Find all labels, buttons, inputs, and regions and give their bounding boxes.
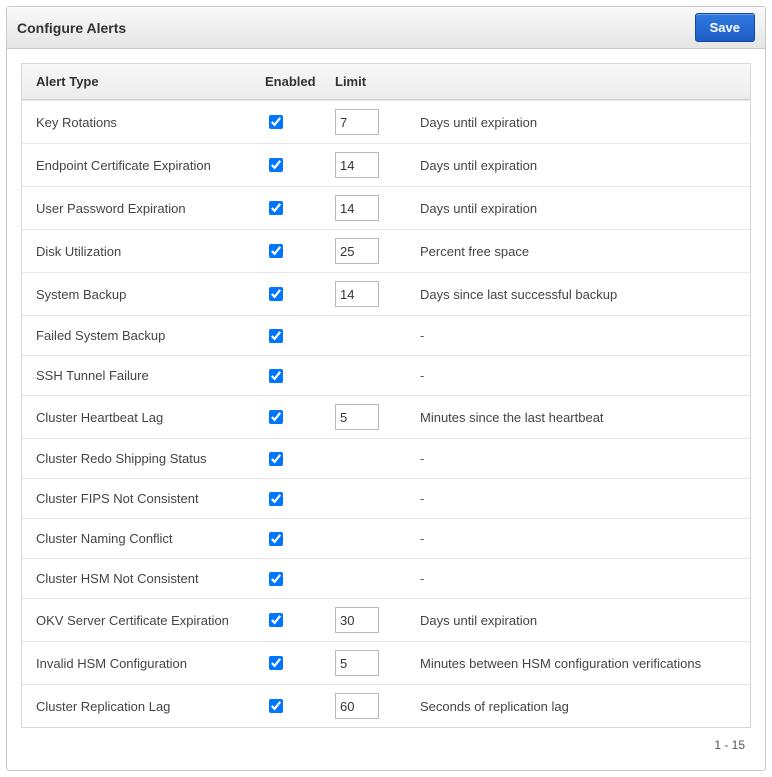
limit-description: Days until expiration: [412, 100, 750, 143]
alert-type-label: Failed System Backup: [22, 315, 257, 355]
col-limit: Limit: [327, 64, 412, 100]
enabled-checkbox[interactable]: [269, 201, 283, 215]
alert-type-label: Cluster Replication Lag: [22, 684, 257, 727]
page-title: Configure Alerts: [17, 20, 126, 36]
table-row: Cluster Redo Shipping Status -: [22, 438, 750, 478]
enabled-checkbox[interactable]: [269, 369, 283, 383]
panel-body: Alert Type Enabled Limit Key Rotations Da…: [7, 49, 765, 770]
table-row: User Password Expiration Days until expir…: [22, 186, 750, 229]
table-row: System Backup Days since last successful …: [22, 272, 750, 315]
limit-description-empty: -: [412, 558, 750, 598]
save-button[interactable]: Save: [695, 13, 755, 42]
alert-type-label: Cluster HSM Not Consistent: [22, 558, 257, 598]
limit-description: Days until expiration: [412, 598, 750, 641]
alert-type-label: Cluster FIPS Not Consistent: [22, 478, 257, 518]
table-row: SSH Tunnel Failure -: [22, 355, 750, 395]
enabled-checkbox[interactable]: [269, 613, 283, 627]
limit-description: Minutes between HSM configuration verifi…: [412, 641, 750, 684]
enabled-checkbox[interactable]: [269, 244, 283, 258]
enabled-checkbox[interactable]: [269, 410, 283, 424]
alert-type-label: User Password Expiration: [22, 186, 257, 229]
table-row: Cluster Replication Lag Seconds of replic…: [22, 684, 750, 727]
limit-description-empty: -: [412, 355, 750, 395]
limit-input[interactable]: [335, 650, 379, 676]
limit-description-empty: -: [412, 438, 750, 478]
table-row: OKV Server Certificate Expiration Days un…: [22, 598, 750, 641]
table-row: Failed System Backup -: [22, 315, 750, 355]
alert-type-label: OKV Server Certificate Expiration: [22, 598, 257, 641]
limit-description: Percent free space: [412, 229, 750, 272]
alert-type-label: Disk Utilization: [22, 229, 257, 272]
col-alert-type: Alert Type: [22, 64, 257, 100]
col-desc: [412, 64, 750, 100]
col-enabled: Enabled: [257, 64, 327, 100]
limit-description: Days since last successful backup: [412, 272, 750, 315]
alerts-table: Alert Type Enabled Limit Key Rotations Da…: [21, 63, 751, 728]
limit-description: Days until expiration: [412, 143, 750, 186]
pagination-range: 1 - 15: [21, 728, 751, 756]
limit-input[interactable]: [335, 693, 379, 719]
alert-type-label: System Backup: [22, 272, 257, 315]
table-row: Invalid HSM Configuration Minutes between…: [22, 641, 750, 684]
limit-description: Days until expiration: [412, 186, 750, 229]
table-row: Disk Utilization Percent free space: [22, 229, 750, 272]
alert-type-label: Cluster Heartbeat Lag: [22, 395, 257, 438]
table-header-row: Alert Type Enabled Limit: [22, 64, 750, 100]
enabled-checkbox[interactable]: [269, 329, 283, 343]
table-row: Key Rotations Days until expiration: [22, 100, 750, 143]
alert-type-label: SSH Tunnel Failure: [22, 355, 257, 395]
table-row: Cluster HSM Not Consistent -: [22, 558, 750, 598]
limit-input[interactable]: [335, 109, 379, 135]
enabled-checkbox[interactable]: [269, 532, 283, 546]
enabled-checkbox[interactable]: [269, 452, 283, 466]
table-row: Cluster FIPS Not Consistent -: [22, 478, 750, 518]
limit-input[interactable]: [335, 152, 379, 178]
limit-input[interactable]: [335, 607, 379, 633]
limit-description-empty: -: [412, 478, 750, 518]
enabled-checkbox[interactable]: [269, 158, 283, 172]
limit-description-empty: -: [412, 315, 750, 355]
enabled-checkbox[interactable]: [269, 115, 283, 129]
limit-input[interactable]: [335, 195, 379, 221]
enabled-checkbox[interactable]: [269, 699, 283, 713]
limit-input[interactable]: [335, 238, 379, 264]
enabled-checkbox[interactable]: [269, 492, 283, 506]
alert-type-label: Invalid HSM Configuration: [22, 641, 257, 684]
limit-input[interactable]: [335, 404, 379, 430]
limit-description-empty: -: [412, 518, 750, 558]
alert-type-label: Cluster Redo Shipping Status: [22, 438, 257, 478]
table-row: Cluster Naming Conflict -: [22, 518, 750, 558]
panel-header: Configure Alerts Save: [7, 7, 765, 49]
enabled-checkbox[interactable]: [269, 287, 283, 301]
limit-description: Minutes since the last heartbeat: [412, 395, 750, 438]
limit-description: Seconds of replication lag: [412, 684, 750, 727]
enabled-checkbox[interactable]: [269, 656, 283, 670]
enabled-checkbox[interactable]: [269, 572, 283, 586]
table-row: Endpoint Certificate Expiration Days unti…: [22, 143, 750, 186]
alert-type-label: Endpoint Certificate Expiration: [22, 143, 257, 186]
alert-type-label: Cluster Naming Conflict: [22, 518, 257, 558]
limit-input[interactable]: [335, 281, 379, 307]
configure-alerts-panel: Configure Alerts Save Alert Type Enabled…: [6, 6, 766, 771]
alert-type-label: Key Rotations: [22, 100, 257, 143]
table-row: Cluster Heartbeat Lag Minutes since the l…: [22, 395, 750, 438]
